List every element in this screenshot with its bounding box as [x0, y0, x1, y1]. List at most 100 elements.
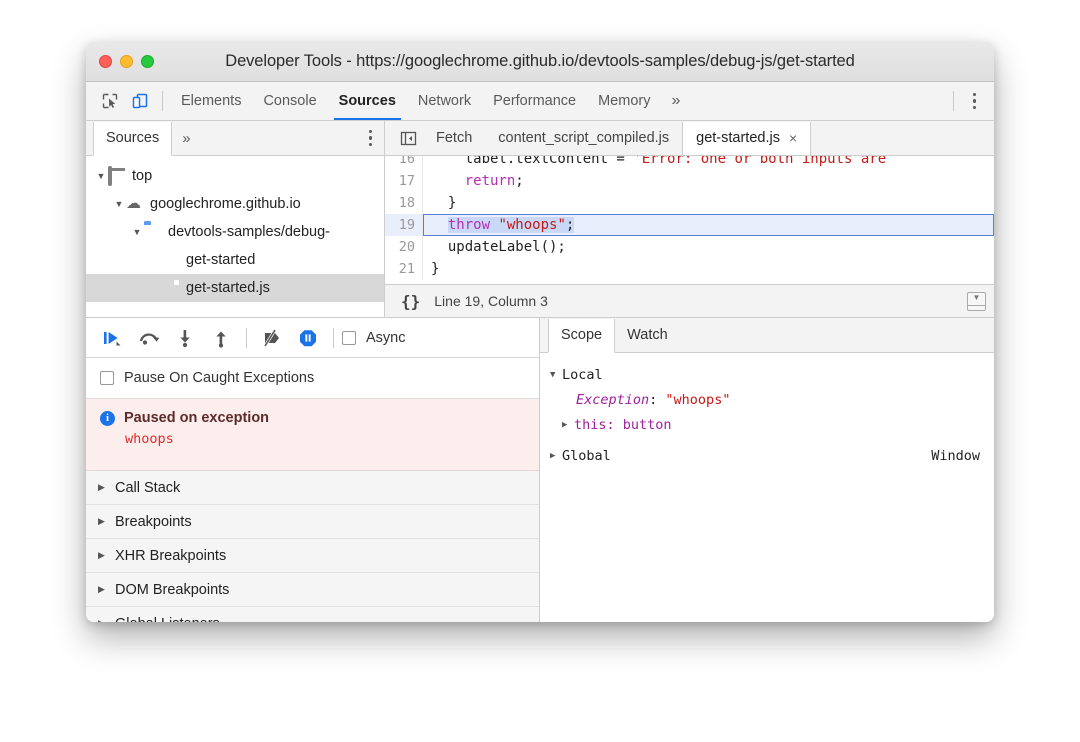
editor-tab-label: get-started.js: [696, 130, 780, 146]
code-line: 17 return;: [385, 170, 994, 192]
sources-bottom-split: Async Pause On Caught Exceptions i Pause…: [86, 317, 994, 622]
folder-icon: [144, 224, 161, 241]
kebab-menu-icon[interactable]: [961, 93, 989, 110]
twisty-icon[interactable]: ▶: [98, 516, 111, 527]
tab-watch[interactable]: Watch: [615, 318, 680, 352]
code-viewer[interactable]: 16 label.textContent = 'Error: one or bo…: [385, 156, 994, 284]
pause-on-caught-exceptions-row[interactable]: Pause On Caught Exceptions: [86, 358, 539, 399]
code-token: throw: [448, 217, 490, 233]
scope-row-exception[interactable]: Exception : "whoops": [540, 387, 994, 412]
editor-tab-fetch[interactable]: Fetch: [423, 121, 485, 155]
file-tree: ▼ top ▼ ☁ googlechrome.github.io ▼ devto…: [86, 156, 384, 317]
twisty-icon[interactable]: ▼: [94, 171, 108, 181]
step-out-icon[interactable]: [204, 323, 238, 353]
js-document-icon: [162, 280, 179, 297]
scope-pane: Scope Watch ▼ Local Exception : "whoops"…: [540, 318, 994, 622]
twisty-icon[interactable]: ▼: [550, 370, 562, 380]
line-number: 20: [385, 236, 423, 258]
exception-header: i Paused on exception: [100, 410, 525, 426]
scope-row-global[interactable]: ▶ Global Window: [540, 443, 994, 468]
tree-item-devtools-samples[interactable]: ▼ devtools-samples/debug-: [86, 218, 384, 246]
line-number: 16: [385, 156, 423, 170]
tab-network[interactable]: Network: [407, 82, 482, 120]
tree-item-label: get-started.js: [186, 280, 270, 296]
code-token: return: [465, 173, 516, 189]
section-global-listeners[interactable]: ▶ Global Listeners: [86, 607, 539, 622]
twisty-icon[interactable]: ▶: [550, 451, 562, 461]
pretty-print-icon[interactable]: {}: [393, 292, 428, 311]
tab-memory[interactable]: Memory: [587, 82, 661, 120]
code-line: 18 }: [385, 192, 994, 214]
line-content: }: [423, 192, 456, 214]
tree-item-label: googlechrome.github.io: [150, 196, 301, 212]
more-tabs-icon[interactable]: »: [661, 92, 690, 110]
navigator-kebab-menu-icon[interactable]: [357, 130, 385, 147]
inspect-element-icon[interactable]: [95, 87, 125, 115]
async-checkbox[interactable]: [342, 331, 356, 345]
twisty-icon[interactable]: ▶: [98, 584, 111, 595]
section-label: Breakpoints: [115, 514, 192, 530]
tab-performance[interactable]: Performance: [482, 82, 587, 120]
toolbar-divider: [162, 91, 163, 111]
editor-pane: Fetch content_script_compiled.js get-sta…: [385, 121, 994, 317]
zoom-window-button[interactable]: [141, 55, 154, 68]
document-icon: [162, 252, 179, 269]
device-toolbar-icon[interactable]: [125, 87, 155, 115]
section-call-stack[interactable]: ▶ Call Stack: [86, 471, 539, 505]
close-icon[interactable]: ×: [789, 130, 797, 146]
navigator-tab-sources[interactable]: Sources: [93, 122, 172, 156]
twisty-icon[interactable]: ▼: [130, 227, 144, 237]
minimize-window-button[interactable]: [120, 55, 133, 68]
toolbar-divider: [333, 328, 334, 348]
navigator-more-tabs-icon[interactable]: »: [172, 130, 200, 147]
section-label: Global Listeners: [115, 616, 220, 623]
tab-elements[interactable]: Elements: [170, 82, 252, 120]
show-navigator-icon[interactable]: [393, 124, 423, 152]
editor-status-bar: {} Line 19, Column 3 ▼: [385, 284, 994, 317]
async-label: Async: [366, 330, 406, 346]
scope-row-separator: :: [649, 392, 665, 408]
section-xhr-breakpoints[interactable]: ▶ XHR Breakpoints: [86, 539, 539, 573]
resume-icon[interactable]: [96, 323, 130, 353]
tree-item-get-started-js[interactable]: get-started.js: [86, 274, 384, 302]
twisty-icon[interactable]: ▶: [98, 482, 111, 493]
close-window-button[interactable]: [99, 55, 112, 68]
editor-tab-get-started-js[interactable]: get-started.js ×: [682, 122, 811, 156]
scope-row-value: Window: [931, 448, 994, 464]
line-content: return;: [423, 170, 524, 192]
show-drawer-icon[interactable]: ▼: [967, 292, 986, 311]
pause-on-exceptions-icon[interactable]: [291, 323, 325, 353]
step-over-icon[interactable]: [132, 323, 166, 353]
tab-console[interactable]: Console: [252, 82, 327, 120]
tab-sources[interactable]: Sources: [328, 82, 407, 120]
tree-item-top[interactable]: ▼ top: [86, 162, 384, 190]
twisty-icon[interactable]: ▶: [98, 550, 111, 561]
section-dom-breakpoints[interactable]: ▶ DOM Breakpoints: [86, 573, 539, 607]
code-token: }: [431, 261, 439, 277]
section-label: Call Stack: [115, 480, 180, 496]
tree-item-label: top: [132, 168, 152, 184]
pause-on-caught-exceptions-checkbox[interactable]: [100, 371, 114, 385]
scope-row-this[interactable]: ▶ this : button: [540, 412, 994, 437]
section-label: XHR Breakpoints: [115, 548, 226, 564]
step-into-icon[interactable]: [168, 323, 202, 353]
code-token: updateLabel();: [431, 239, 566, 255]
tree-item-get-started[interactable]: get-started: [86, 246, 384, 274]
tree-item-googlechrome-github-io[interactable]: ▼ ☁ googlechrome.github.io: [86, 190, 384, 218]
twisty-icon[interactable]: ▶: [98, 618, 111, 622]
frame-icon: [108, 168, 125, 185]
line-number: 21: [385, 258, 423, 280]
exception-title: Paused on exception: [124, 410, 269, 426]
deactivate-breakpoints-icon[interactable]: [255, 323, 289, 353]
devtools-tabbar: Elements Console Sources Network Perform…: [86, 82, 994, 121]
tree-item-label: devtools-samples/debug-: [168, 224, 330, 240]
scope-row-separator: :: [607, 417, 623, 433]
twisty-icon[interactable]: ▼: [112, 199, 126, 209]
tab-scope[interactable]: Scope: [548, 319, 615, 353]
editor-tab-content-script-compiled-js[interactable]: content_script_compiled.js: [485, 121, 682, 155]
line-content: }: [423, 258, 439, 280]
twisty-icon[interactable]: ▶: [562, 420, 574, 430]
code-line: 21 }: [385, 258, 994, 280]
section-breakpoints[interactable]: ▶ Breakpoints: [86, 505, 539, 539]
scope-row-local[interactable]: ▼ Local: [540, 362, 994, 387]
